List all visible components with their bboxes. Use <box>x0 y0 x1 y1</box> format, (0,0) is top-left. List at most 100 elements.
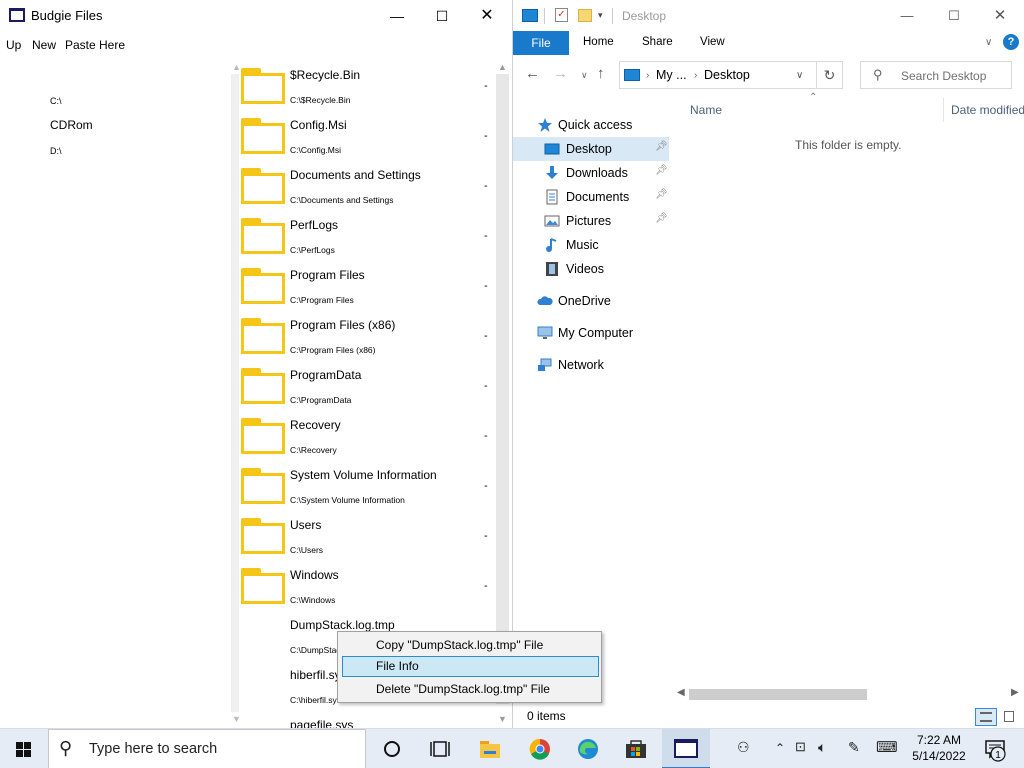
column-header-date-modified[interactable]: Date modified <box>951 103 1024 117</box>
folder-row[interactable]: System Volume Information C:\System Volum… <box>230 462 495 512</box>
explorer-maximize-button[interactable]: ☐ <box>931 4 977 28</box>
action-center-button[interactable]: 1 <box>976 729 1024 768</box>
address-bar[interactable]: › My ... › Desktop ∨ <box>619 61 817 89</box>
content-horizontal-scrollbar[interactable]: ◀ ▶ <box>673 686 1024 703</box>
scroll-left-icon[interactable]: ◀ <box>677 687 685 698</box>
pin-icon[interactable]: 📌︎ <box>655 165 668 176</box>
volume-icon[interactable]: 🔈︎ <box>818 739 826 756</box>
pin-icon[interactable]: 📌︎ <box>655 213 668 224</box>
nav-item-pictures[interactable]: Pictures 📌︎ <box>513 209 669 233</box>
row-action[interactable]: - <box>484 530 488 542</box>
timeline-button[interactable] <box>416 729 464 768</box>
minimize-button[interactable]: — <box>377 4 417 28</box>
row-action[interactable]: - <box>484 430 488 442</box>
address-crumb-my-computer[interactable]: My ... <box>656 68 687 82</box>
large-icons-view-button[interactable] <box>999 708 1021 726</box>
folder-row[interactable]: Recovery C:\Recovery - <box>230 412 495 462</box>
nav-item-music[interactable]: Music <box>513 233 669 257</box>
explorer-close-button[interactable]: ✕ <box>977 4 1023 28</box>
edge-taskbar-button[interactable] <box>564 729 612 768</box>
file-row[interactable]: pagefile.sys <box>230 712 495 728</box>
folder-row[interactable]: Program Files (x86) C:\Program Files (x86… <box>230 312 495 362</box>
tab-view[interactable]: View <box>700 36 725 48</box>
row-action[interactable]: - <box>484 580 488 592</box>
address-crumb-desktop[interactable]: Desktop <box>704 68 750 82</box>
refresh-button[interactable]: ↻ <box>817 61 843 89</box>
content-scroll-thumb[interactable] <box>689 689 867 700</box>
folder-row[interactable]: ProgramData C:\ProgramData - <box>230 362 495 412</box>
column-header-name[interactable]: Name <box>690 103 722 117</box>
nav-item-videos[interactable]: Videos <box>513 257 669 281</box>
tab-home[interactable]: Home <box>583 36 614 48</box>
file-list-scroll-thumb[interactable] <box>496 74 509 704</box>
properties-icon[interactable]: ✓ <box>555 8 568 22</box>
nav-item-desktop[interactable]: Desktop 📌︎ <box>513 137 669 161</box>
explorer-titlebar[interactable]: ✓ ▾ Desktop — ☐ ✕ <box>513 0 1024 31</box>
help-icon[interactable]: ? <box>1003 34 1019 50</box>
search-box[interactable]: ⚲ Search Desktop <box>860 61 1012 89</box>
folder-row[interactable]: Windows C:\Windows - <box>230 562 495 612</box>
folder-row[interactable]: Program Files C:\Program Files - <box>230 262 495 312</box>
folder-row[interactable]: Users C:\Users - <box>230 512 495 562</box>
close-button[interactable]: ✕ <box>467 4 507 28</box>
tab-share[interactable]: Share <box>642 36 673 48</box>
task-view-button[interactable] <box>368 729 416 768</box>
nav-item-network[interactable]: Network <box>513 353 669 377</box>
file-explorer-taskbar-button[interactable] <box>466 729 514 768</box>
copy-file-menu-item[interactable]: Copy "DumpStack.log.tmp" File <box>342 635 599 656</box>
budgie-files-taskbar-button[interactable] <box>662 729 710 768</box>
new-menu-item[interactable]: New <box>32 38 56 52</box>
file-info-menu-item[interactable]: File Info <box>342 656 599 677</box>
chrome-taskbar-button[interactable] <box>516 729 564 768</box>
taskbar-search-box[interactable]: ⚲ Type here to search <box>48 729 366 768</box>
row-action[interactable]: - <box>484 80 488 92</box>
nav-item-onedrive[interactable]: OneDrive <box>513 289 669 313</box>
folder-row[interactable]: Config.Msi C:\Config.Msi - <box>230 112 495 162</box>
row-action[interactable]: - <box>484 180 488 192</box>
explorer-minimize-button[interactable]: — <box>884 4 930 28</box>
recent-locations-icon[interactable]: ∨ <box>581 70 588 81</box>
pen-workspace-icon[interactable]: ✎ <box>848 739 860 756</box>
start-button[interactable] <box>0 729 48 768</box>
forward-arrow-icon[interactable]: → <box>553 65 568 82</box>
new-folder-icon[interactable] <box>578 9 592 22</box>
touch-keyboard-icon[interactable]: ⌨ <box>876 738 898 756</box>
file-list-scrollbar[interactable]: ▲ ▼ <box>494 62 511 728</box>
nav-item-downloads[interactable]: Downloads 📌︎ <box>513 161 669 185</box>
pin-icon[interactable]: 📌︎ <box>655 141 668 152</box>
maximize-button[interactable]: ☐ <box>422 4 462 28</box>
address-dropdown-icon[interactable]: ∨ <box>796 70 803 81</box>
nav-item-my-computer[interactable]: My Computer <box>513 321 669 345</box>
column-divider[interactable] <box>943 98 944 122</box>
store-taskbar-button[interactable] <box>612 729 660 768</box>
row-action[interactable]: - <box>484 380 488 392</box>
network-status-icon[interactable]: ⊡ <box>795 739 806 755</box>
clock[interactable]: 7:22 AM 5/14/2022 <box>908 732 970 764</box>
drive-d[interactable]: D:\ <box>50 146 62 156</box>
qat-dropdown-icon[interactable]: ▾ <box>598 10 603 26</box>
pin-icon[interactable]: 📌︎ <box>655 189 668 200</box>
up-arrow-icon[interactable]: ↑ <box>597 65 605 82</box>
row-action[interactable]: - <box>484 480 488 492</box>
row-action[interactable]: - <box>484 130 488 142</box>
details-view-button[interactable] <box>975 708 997 726</box>
paste-here-menu-item[interactable]: Paste Here <box>65 38 125 52</box>
nav-item-quick-access[interactable]: Quick access <box>513 113 669 137</box>
drive-c[interactable]: C:\ <box>50 96 62 106</box>
ribbon-expand-icon[interactable]: ∨ <box>985 37 992 48</box>
people-icon[interactable]: ⚇ <box>737 739 750 756</box>
back-arrow-icon[interactable]: ← <box>525 65 540 82</box>
show-hidden-icons-icon[interactable]: ⌃ <box>775 741 785 755</box>
folder-row[interactable]: PerfLogs C:\PerfLogs - <box>230 212 495 262</box>
row-action[interactable]: - <box>484 280 488 292</box>
budgie-titlebar[interactable]: Budgie Files — ☐ ✕ <box>0 0 512 31</box>
folder-row[interactable]: $Recycle.Bin C:\$Recycle.Bin - <box>230 62 495 112</box>
folder-row[interactable]: Documents and Settings C:\Documents and S… <box>230 162 495 212</box>
nav-item-documents[interactable]: Documents 📌︎ <box>513 185 669 209</box>
up-menu-item[interactable]: Up <box>6 38 21 52</box>
tab-file[interactable]: File <box>513 31 569 55</box>
delete-file-menu-item[interactable]: Delete "DumpStack.log.tmp" File <box>342 679 599 700</box>
row-action[interactable]: - <box>484 230 488 242</box>
drive-cdrom[interactable]: CDRom <box>50 118 93 132</box>
row-action[interactable]: - <box>484 330 488 342</box>
